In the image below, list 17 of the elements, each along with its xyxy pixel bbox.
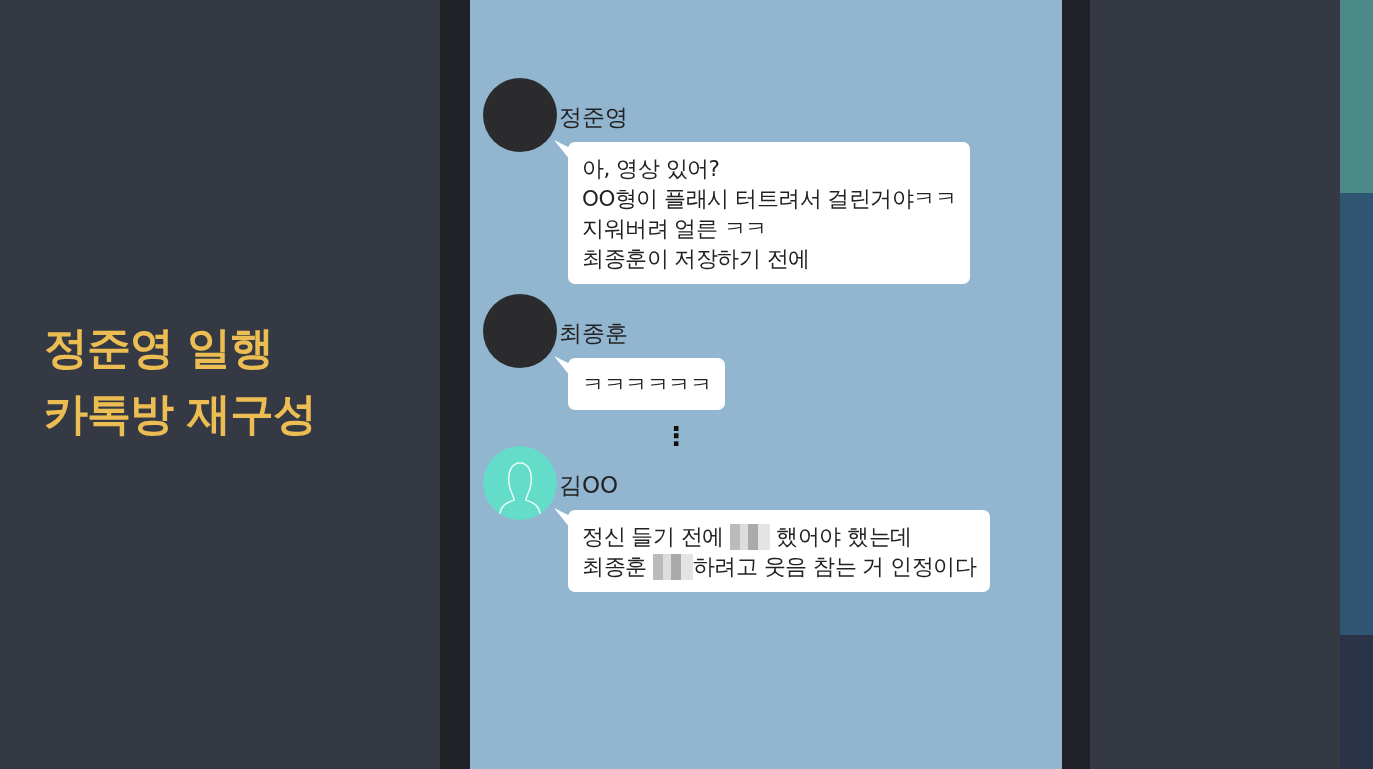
message-text: ㅋㅋㅋㅋㅋㅋ (582, 371, 711, 399)
censored-mosaic (730, 524, 770, 550)
message-text: 했어야 했는데 (775, 523, 912, 551)
message-text: 하려고 웃음 참는 거 인정이다 (692, 553, 977, 581)
person-silhouette-icon (483, 446, 557, 520)
message-text: 최종훈이 저장하기 전에 (582, 245, 810, 273)
message-text: 지워버려 얼른 ㅋㅋ (582, 215, 767, 243)
caption-title: 정준영 일행 카톡방 재구성 (44, 320, 317, 441)
message-text: 최종훈 (582, 553, 648, 581)
sender-name: 최종훈 (559, 318, 628, 348)
message-text: OO형이 플래시 터트려서 걸린거야ㅋㅋ (582, 185, 957, 213)
sender-name: 정준영 (559, 102, 628, 132)
sender-name: 김OO (559, 470, 619, 500)
message-text: 아, 영상 있어? (582, 155, 720, 183)
censored-mosaic (652, 554, 693, 580)
message-text: 정신 들기 전에 (582, 523, 725, 551)
ellipsis-mark: ⋮ (663, 420, 690, 452)
